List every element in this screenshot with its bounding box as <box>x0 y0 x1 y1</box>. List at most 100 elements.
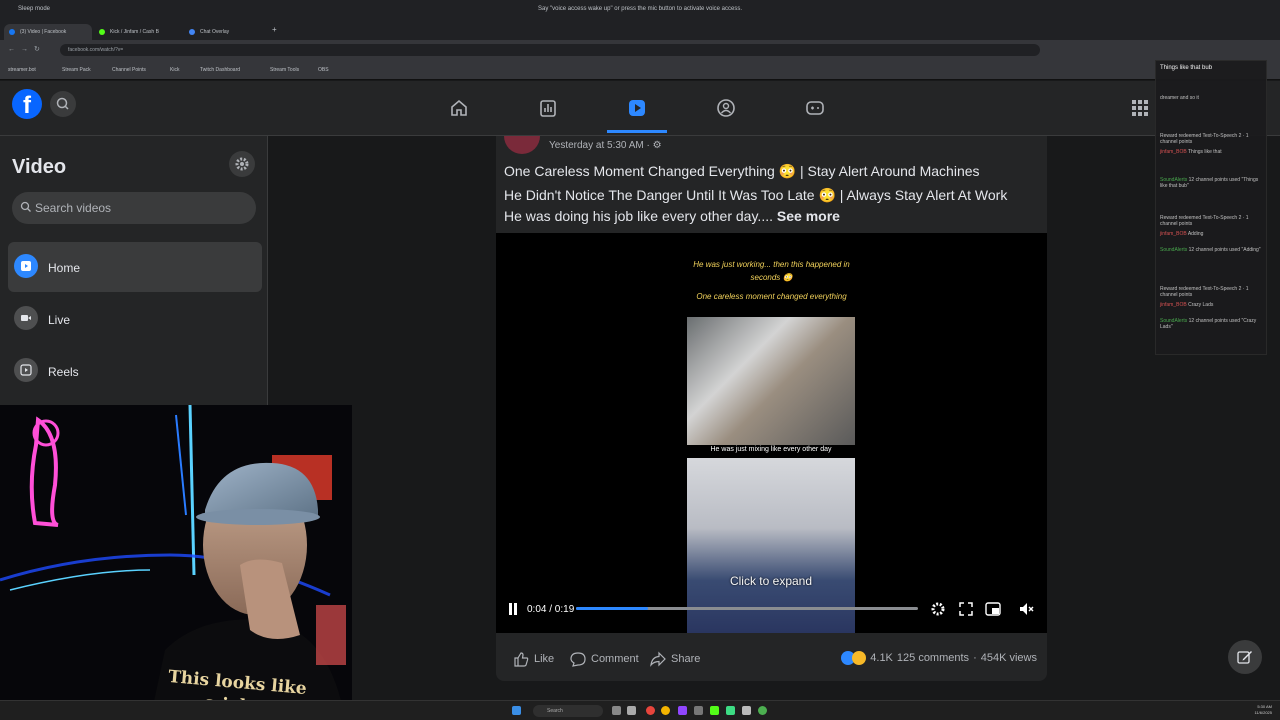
url-field[interactable]: facebook.com/watch/?v= <box>60 44 1040 56</box>
chat-message: Things like that bub <box>1160 65 1213 71</box>
share-button[interactable]: Share <box>650 651 700 667</box>
facebook-tab-icon <box>9 29 15 35</box>
bookmark-item[interactable]: Channel Points <box>112 67 146 73</box>
bookmark-item[interactable]: Kick <box>170 67 179 73</box>
app-icon[interactable] <box>758 706 767 715</box>
nav-gaming[interactable] <box>785 93 845 123</box>
search-button[interactable] <box>50 91 76 117</box>
video-caption: seconds 😳 <box>750 273 793 282</box>
mini-player-button[interactable] <box>983 599 1003 619</box>
nav-buttons[interactable]: ←→↻ <box>8 45 46 53</box>
app-icon[interactable] <box>742 706 751 715</box>
bookmark-item[interactable]: Stream Pack <box>62 67 91 73</box>
facebook-header: f <box>0 81 1280 136</box>
clock-time: 5:30 AM <box>1257 704 1272 709</box>
clock-date: 11/6/2025 <box>1254 710 1273 715</box>
app-icon[interactable] <box>694 706 703 715</box>
chat-message: SoundAlerts 12 channel points used "Addi… <box>1160 247 1261 253</box>
app-icon[interactable] <box>726 706 735 715</box>
video-settings-button[interactable] <box>229 151 255 177</box>
nav-home[interactable] <box>429 93 489 123</box>
post-timestamp[interactable]: Yesterday at 5:30 AM · ⚙ <box>549 140 662 151</box>
chat-message: Reward redeemed Text-To-Speech 2 · 1 cha… <box>1160 133 1249 145</box>
fullscreen-button[interactable] <box>956 599 976 619</box>
tab-kick[interactable]: Kick / Jinfam / Cash B <box>94 24 182 40</box>
thumbs-up-icon <box>514 652 529 667</box>
facebook-logo[interactable]: f <box>12 89 42 119</box>
sidebar-item-label: Reels <box>48 365 79 379</box>
like-button[interactable]: Like <box>513 651 554 667</box>
muted-speaker-icon <box>1020 603 1034 615</box>
file-explorer-icon[interactable] <box>627 706 636 715</box>
browser-icon[interactable] <box>646 706 655 715</box>
comment-button[interactable]: Comment <box>570 651 639 667</box>
bookmark-item[interactable]: OBS <box>318 67 329 73</box>
app-icon[interactable] <box>678 706 687 715</box>
tab-chat-overlay[interactable]: Chat Overlay <box>184 24 272 40</box>
pause-icon[interactable] <box>508 603 518 615</box>
video-icon <box>629 100 645 116</box>
tab-label: Kick / Jinfam / Cash B <box>110 29 159 35</box>
app-icon[interactable] <box>710 706 719 715</box>
new-tab-button[interactable]: + <box>272 25 277 34</box>
chat-message: jinfam_BOB Things like that <box>1160 149 1222 155</box>
tab-label: Chat Overlay <box>200 29 230 35</box>
chrome-icon[interactable] <box>661 706 670 715</box>
gear-icon <box>931 602 945 616</box>
comment-count[interactable]: 125 comments <box>897 652 969 664</box>
gear-icon <box>235 157 249 171</box>
see-more-link[interactable]: See more <box>777 208 840 224</box>
mute-button[interactable] <box>1016 599 1036 619</box>
video-progress-bar[interactable] <box>576 607 918 610</box>
sidebar-item-reels[interactable]: Reels <box>8 346 262 396</box>
reaction-summary[interactable]: 4.1K 125 comments · 454K views <box>841 651 1037 665</box>
new-message-button[interactable] <box>1228 640 1262 674</box>
taskbar-search[interactable]: Search <box>533 705 603 717</box>
nav-video[interactable] <box>607 93 667 133</box>
sidebar-title: Video <box>12 156 67 178</box>
chat-message: SoundAlerts 12 channel points used "Thin… <box>1160 177 1259 189</box>
gaming-icon <box>806 101 824 115</box>
bookmark-item[interactable]: Stream Tools <box>270 67 299 73</box>
apps-menu-button[interactable] <box>1130 98 1150 118</box>
windows-start-icon[interactable] <box>512 706 521 715</box>
live-icon <box>14 306 38 330</box>
bookmarks-bar: streamer.bot Stream Pack Channel Points … <box>0 60 1280 80</box>
task-view-icon[interactable] <box>612 706 621 715</box>
video-settings-button[interactable] <box>928 599 948 619</box>
grid-icon <box>1132 100 1148 116</box>
wow-reaction-icon <box>852 651 867 665</box>
page-avatar[interactable] <box>504 136 540 154</box>
sidebar-item-label: Live <box>48 313 71 327</box>
tab-label: (3) Video | Facebook <box>20 29 67 35</box>
fullscreen-icon <box>959 602 973 616</box>
nav-groups[interactable] <box>696 93 756 123</box>
chat-message: jinfam_BOB Adding <box>1160 231 1204 237</box>
search-videos-input[interactable]: Search videos <box>12 192 256 224</box>
address-bar-row: ←→↻ facebook.com/watch/?v= <box>0 40 1280 60</box>
video-time: 0:04 / 0:19 <box>527 604 575 615</box>
nav-leaderboard[interactable] <box>518 93 578 123</box>
bookmark-item[interactable]: streamer.bot <box>8 67 36 73</box>
bookmark-item[interactable]: Twitch Dashboard <box>200 67 240 73</box>
sidebar-item-home[interactable]: Home <box>8 242 262 292</box>
compose-icon <box>1237 651 1252 664</box>
sidebar-item-label: Home <box>48 261 81 275</box>
video-caption: One careless moment changed everything <box>696 292 847 301</box>
video-post: Yesterday at 5:30 AM · ⚙ One Careless Mo… <box>496 136 1047 681</box>
reels-icon <box>14 358 38 382</box>
like-label: Like <box>534 653 555 665</box>
video-player[interactable]: He was just working... then this happene… <box>496 233 1047 633</box>
home-icon <box>451 99 467 116</box>
chat-message: jinfam_BOB Crazy Lads <box>1160 302 1214 308</box>
video-progress-fill <box>576 607 648 610</box>
video-frame-top <box>687 317 855 445</box>
post-description-text: He was doing his job like every other da… <box>504 208 773 224</box>
leaderboard-icon <box>540 100 556 117</box>
reaction-count: 4.1K <box>870 652 893 664</box>
taskbar-clock[interactable]: 5:30 AM 11/6/2025 <box>1255 704 1273 716</box>
sidebar-item-live[interactable]: Live <box>8 294 262 344</box>
post-actions: Like Comment Share 4.1K 125 comments · 4… <box>496 641 1047 675</box>
tab-facebook[interactable]: (3) Video | Facebook <box>4 24 92 40</box>
click-to-expand[interactable]: Click to expand <box>687 574 855 588</box>
